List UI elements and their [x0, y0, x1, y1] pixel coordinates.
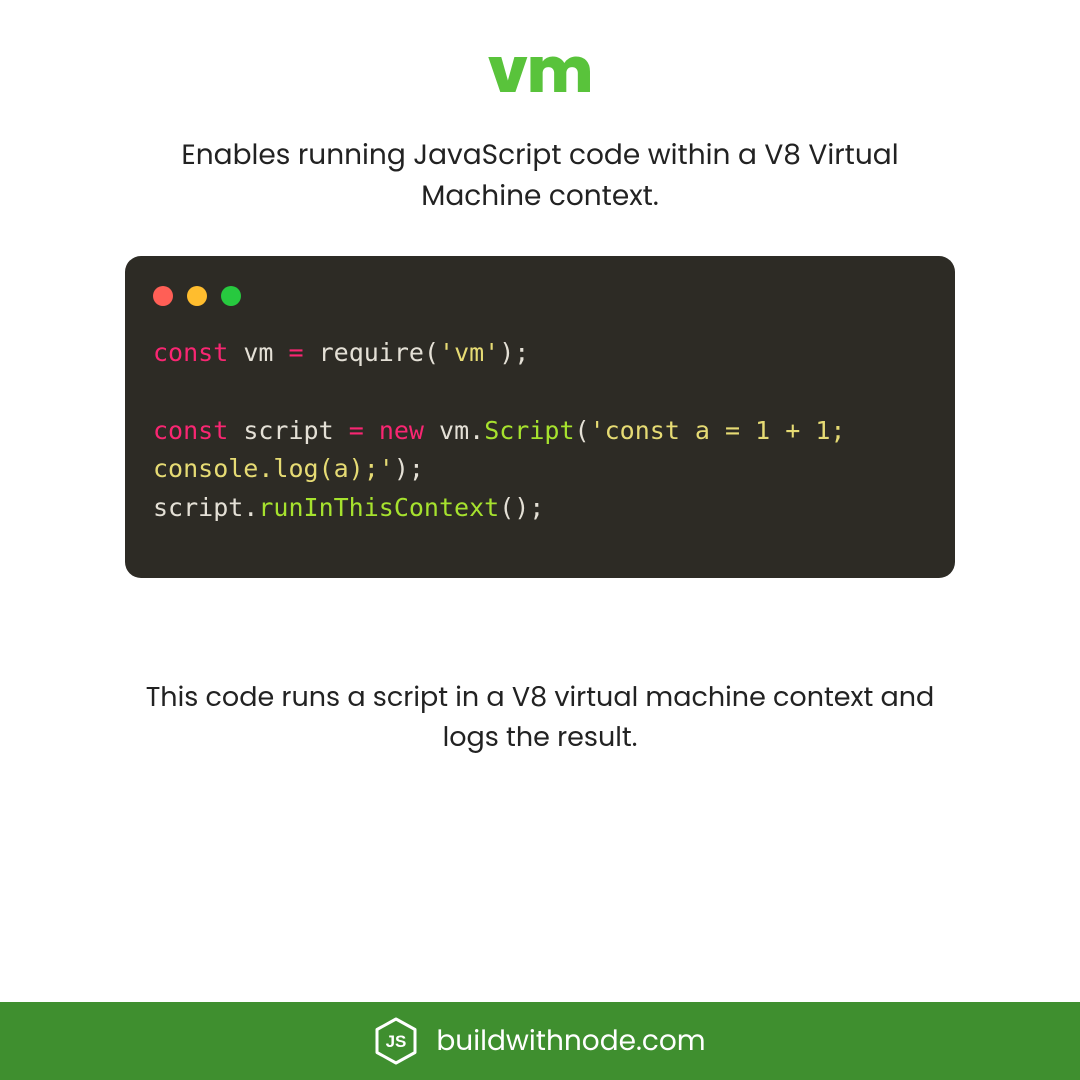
page-title: vm: [0, 0, 1080, 117]
code-token: [364, 416, 379, 445]
code-token: script.: [153, 493, 258, 522]
code-token: =: [288, 338, 303, 367]
code-token: ();: [499, 493, 544, 522]
window-traffic-lights: [153, 286, 927, 306]
code-token: const: [153, 338, 228, 367]
traffic-dot-green-icon: [221, 286, 241, 306]
nodejs-logo-icon: JS: [374, 1017, 418, 1065]
code-token: vm: [228, 338, 288, 367]
code-snippet-card: const vm = require('vm'); const script =…: [125, 256, 955, 578]
code-token: );: [499, 338, 529, 367]
code-token: script: [228, 416, 348, 445]
footer-bar: JS buildwithnode.com: [0, 1002, 1080, 1080]
code-token: const: [153, 416, 228, 445]
footer-site-label: buildwithnode.com: [436, 1020, 705, 1062]
code-line: const vm = require('vm');: [153, 334, 927, 373]
code-token: );: [394, 454, 424, 483]
code-caption: This code runs a script in a V8 virtual …: [125, 678, 955, 759]
code-token: (: [575, 416, 590, 445]
logo-text: JS: [386, 1032, 407, 1051]
code-line: const script = new vm.Script('const a = …: [153, 412, 927, 490]
code-line: script.runInThisContext();: [153, 489, 927, 528]
code-token: vm.: [424, 416, 484, 445]
code-token: runInThisContext: [258, 493, 499, 522]
code-token: 'vm': [439, 338, 499, 367]
traffic-dot-red-icon: [153, 286, 173, 306]
page-subtitle: Enables running JavaScript code within a…: [130, 135, 950, 216]
code-line: [153, 373, 927, 412]
code-token: Script: [484, 416, 574, 445]
code-token: require(: [304, 338, 439, 367]
code-token: new: [379, 416, 424, 445]
code-body: const vm = require('vm'); const script =…: [153, 334, 927, 528]
code-token: =: [349, 416, 364, 445]
traffic-dot-yellow-icon: [187, 286, 207, 306]
